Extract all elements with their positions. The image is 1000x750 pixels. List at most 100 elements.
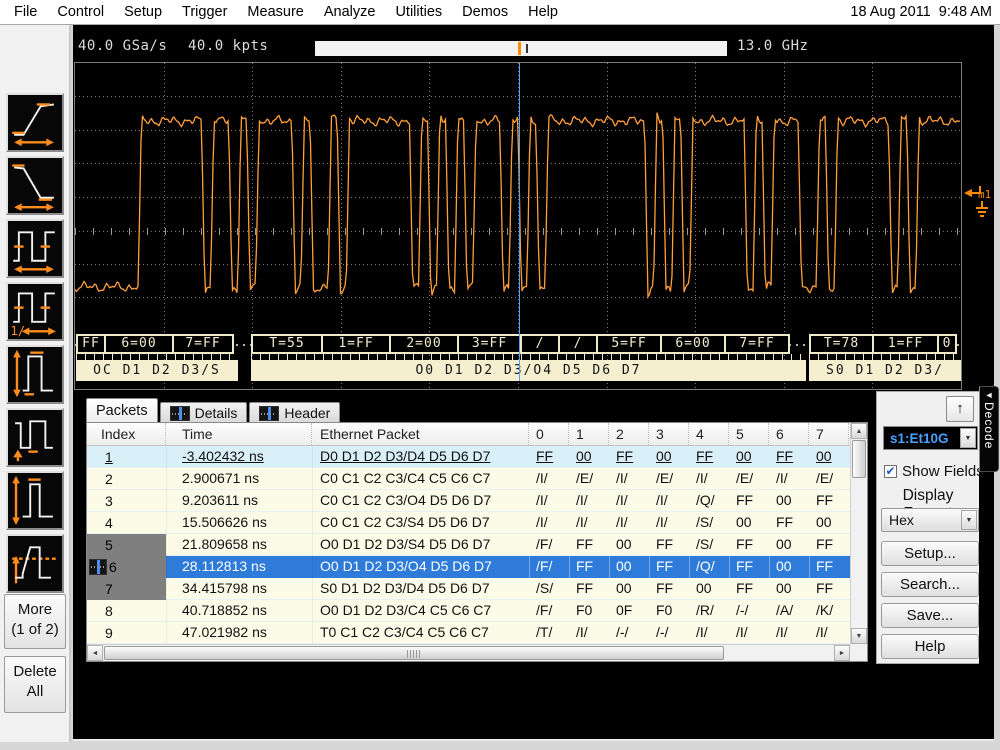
fall-time-measure-button[interactable] [6,156,64,215]
packet-row-6[interactable]: 628.112813 nsO0 D1 D2 D3/O4 D5 D6 D7/F/F… [87,556,867,578]
packet-row-3[interactable]: 39.203611 nsC0 C1 C2 C3/O4 D5 D6 D7/I//I… [87,490,867,512]
column-header-3[interactable]: 3 [649,423,689,445]
cell-byte-5: /I/ [729,622,769,644]
rise-time-measure-button[interactable] [6,93,64,152]
menu-trigger[interactable]: Trigger [172,2,237,22]
scroll-left-icon[interactable]: ◄ [87,645,103,661]
bus-field-value: / [558,334,598,354]
frequency-measure-button[interactable]: 1/ [6,282,64,341]
decode-source-select[interactable]: s1:Et10G ▼ [883,426,978,450]
cell-byte-5: 00 [729,512,769,534]
menu-measure[interactable]: Measure [237,2,313,22]
decode-side-tab[interactable]: ◄ Decode [979,386,999,472]
menu-demos[interactable]: Demos [452,2,518,22]
scroll-down-icon[interactable]: ▼ [851,628,867,644]
top-measure-button[interactable] [6,471,64,530]
menu-setup[interactable]: Setup [114,2,172,22]
cell-time: 47.021982 ns [166,622,312,644]
packet-row-5[interactable]: 521.809658 nsO0 D1 D2 D3/S4 D5 D6 D7/F/F… [87,534,867,556]
column-header-time[interactable]: Time [166,423,312,445]
save-button[interactable]: Save... [881,603,979,628]
slider-thumb[interactable] [526,44,528,53]
help-button[interactable]: Help [881,634,979,659]
cell-byte-4: FF [689,446,729,468]
datetime-display: 18 Aug 2011 9:48 AM [850,4,1000,20]
menu-analyze[interactable]: Analyze [314,2,386,22]
cell-byte-0: /F/ [529,600,569,622]
tab-label: Packets [96,403,148,419]
horizontal-position-slider[interactable] [315,41,727,56]
cell-index: 2 [87,468,166,490]
bus-field-value: 2=00 [389,334,459,354]
column-header-4[interactable]: 4 [689,423,729,445]
bus-field-value: 0 [937,334,957,354]
cell-byte-2: /-/ [609,622,649,644]
column-header-1[interactable]: 1 [569,423,609,445]
menu-items: FileControlSetupTriggerMeasureAnalyzeUti… [4,2,568,22]
collapse-panel-button[interactable]: ↑ [946,396,974,422]
tab-label: Details [195,405,238,421]
horizontal-scrollbar[interactable]: ◄ ► [87,644,850,661]
column-header-6[interactable]: 6 [769,423,809,445]
packet-listing: IndexTimeEthernet Packet01234567 1-3.402… [86,422,868,662]
column-header-0[interactable]: 0 [529,423,569,445]
rise-time-icon [8,95,60,148]
column-header-index[interactable]: Index [87,423,166,445]
setup-button[interactable]: Setup... [881,541,979,566]
cell-packet: O0 D1 D2 D3/S4 D5 D6 D7 [312,534,529,556]
amplitude-measure-button[interactable] [6,345,64,404]
vertical-scrollbar[interactable]: ▲ ▼ [850,423,867,644]
search-button[interactable]: Search... [881,572,979,597]
vertical-scroll-thumb[interactable] [852,440,866,478]
cell-byte-2: /I/ [609,490,649,512]
bottom-strip [0,742,1000,750]
more-button[interactable]: More (1 of 2) [4,594,66,649]
pulse-width-measure-button[interactable] [6,219,64,278]
average-measure-button[interactable] [6,534,64,593]
pulse-width-icon [8,221,60,274]
packet-row-2[interactable]: 22.900671 nsC0 C1 C2 C3/C4 C5 C6 C7/I//E… [87,468,867,490]
packet-row-8[interactable]: 840.718852 nsO0 D1 D2 D3/C4 C5 C6 C7/F/F… [87,600,867,622]
column-header-7[interactable]: 7 [809,423,849,445]
cell-time: 40.718852 ns [166,600,312,622]
cell-byte-0: FF [529,446,569,468]
cell-index: 3 [87,490,166,512]
cell-byte-6: 00 [769,578,809,600]
base-measure-button[interactable] [6,408,64,467]
packet-row-9[interactable]: 947.021982 nsT0 C1 C2 C3/C4 C5 C6 C7/T//… [87,622,867,644]
bus-field-value: / [520,334,560,354]
tab-label: Header [284,405,330,421]
menu-file[interactable]: File [4,2,47,22]
tab-details[interactable]: Details [160,402,248,423]
tab-packets[interactable]: Packets [86,398,158,423]
time-reference-cursor[interactable] [519,63,520,381]
menu-utilities[interactable]: Utilities [385,2,452,22]
bandwidth-readout: 13.0 GHz [737,38,808,54]
cell-byte-5: FF [729,556,769,578]
tab-header[interactable]: Header [249,402,340,423]
cell-byte-1: /I/ [569,512,609,534]
menu-control[interactable]: Control [47,2,114,22]
horizontal-scroll-thumb[interactable] [104,646,724,660]
delete-all-button[interactable]: Delete All [4,656,66,713]
cell-byte-7: /I/ [809,622,849,644]
bus-field-value: 7=FF [172,334,234,354]
column-header-5[interactable]: 5 [729,423,769,445]
menu-help[interactable]: Help [518,2,568,22]
cell-byte-1: F0 [569,600,609,622]
delete-all-label-1: Delete [5,662,65,682]
scroll-right-icon[interactable]: ► [834,645,850,661]
scroll-up-icon[interactable]: ▲ [851,423,867,439]
bus-field-value: 6=00 [104,334,174,354]
packet-row-1[interactable]: 1-3.402432 nsD0 D1 D2 D3/D4 D5 D6 D7FF00… [87,446,867,468]
show-fields-checkbox[interactable]: ✔ [884,465,897,478]
cell-byte-2: /I/ [609,512,649,534]
column-header-ethernet-packet[interactable]: Ethernet Packet [312,423,529,445]
column-header-2[interactable]: 2 [609,423,649,445]
bus-field-value: T=78 [809,334,874,354]
packet-row-7[interactable]: 734.415798 nsS0 D1 D2 D3/D4 D5 D6 D7/S/F… [87,578,867,600]
cell-byte-6: 00 [769,490,809,512]
marker-m1[interactable]: m1 [961,182,995,226]
display-format-select[interactable]: Hex ▼ [881,508,979,532]
packet-row-4[interactable]: 415.506626 nsC0 C1 C2 C3/S4 D5 D6 D7/I//… [87,512,867,534]
